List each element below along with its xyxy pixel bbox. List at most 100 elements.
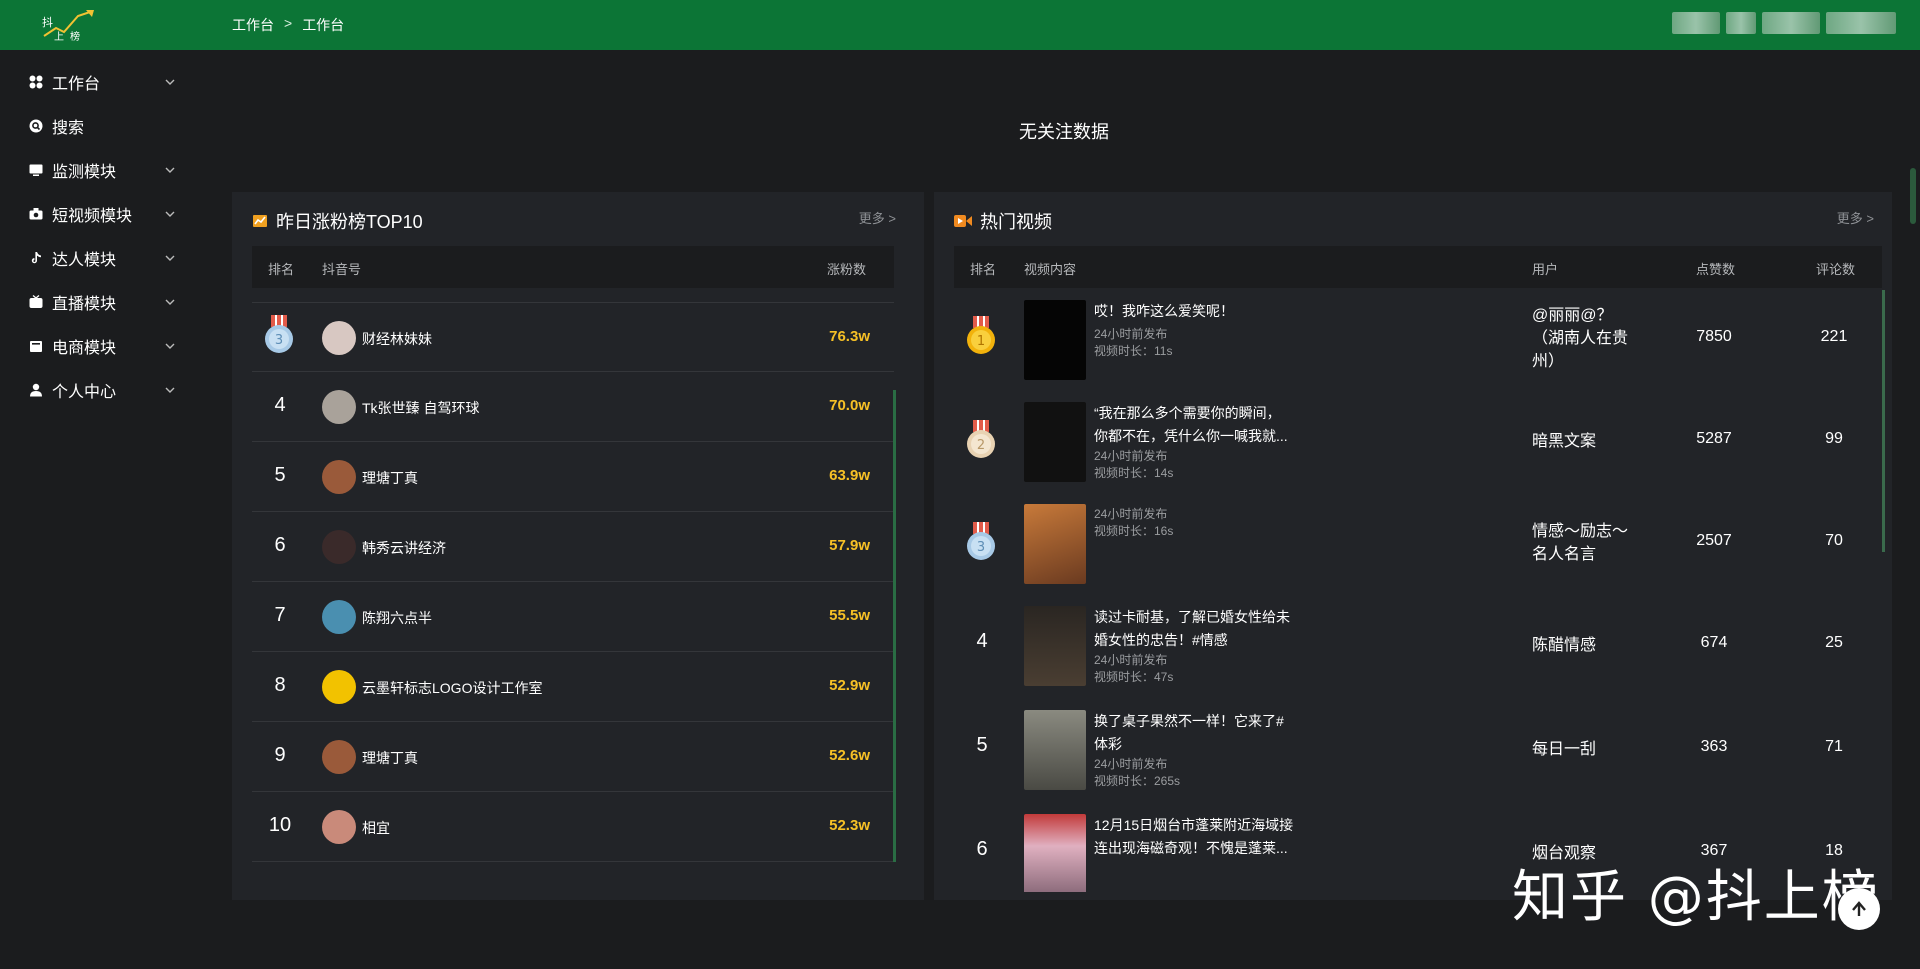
video-title[interactable]: 读过卡耐基，了解已婚女性给未 婚女性的忠告！#情感 (1094, 606, 1304, 652)
fans-panel-title: 昨日涨粉榜TOP10 (276, 212, 423, 232)
rank-number: 10 (268, 814, 292, 836)
shop-icon (28, 338, 44, 354)
avatar (322, 321, 356, 355)
video-thumbnail[interactable] (1024, 710, 1086, 790)
svg-text:抖: 抖 (42, 15, 53, 29)
video-user[interactable]: 暗黑文案 (1532, 430, 1642, 453)
header-user: 用户 (1532, 262, 1559, 277)
rank-number: 9 (274, 744, 286, 766)
video-panel-title: 热门视频 (980, 212, 1052, 232)
bronze-medal-icon: 3 (967, 522, 995, 560)
video-thumbnail[interactable] (1024, 606, 1086, 686)
chevron-down-icon (165, 387, 175, 393)
avatar (322, 600, 356, 634)
video-user[interactable]: 陈醋情感 (1532, 634, 1642, 657)
silver-medal-icon: 2 (967, 420, 995, 458)
fans-top10-panel: 昨日涨粉榜TOP10 更多 > 排名 抖音号 涨粉数 3 财经林妹妹 76.3w… (232, 192, 924, 900)
video-publish-time: 24小时前发布 (1094, 653, 1168, 667)
top-header: 抖 上 榜 工作台 > 工作台 (0, 0, 1920, 50)
sidebar-item-ecommerce[interactable]: 电商模块 (28, 332, 178, 360)
sidebar: 工作台 搜索 监测模块 短视频模块 达人模块 直播模块 电商模块 个人中心 (0, 50, 190, 969)
tv-icon (28, 294, 44, 310)
table-row[interactable]: 3 24小时前发布 视频时长：16s 情感～励志～ 名人名言 2507 70 (954, 492, 1882, 596)
table-row[interactable]: 7 陈翔六点半 55.5w (252, 582, 894, 652)
fans-gain: 63.9w (829, 467, 870, 484)
table-row[interactable]: 2 “我在那么多个需要你的瞬间， 你都不在，凭什么你一喊我就... 24小时前发布… (954, 390, 1882, 494)
table-row[interactable]: 4 读过卡耐基，了解已婚女性给未 婚女性的忠告！#情感 24小时前发布 视频时长：… (954, 594, 1882, 698)
table-row[interactable]: 5 理塘丁真 63.9w (252, 442, 894, 512)
chevron-down-icon (165, 343, 175, 349)
svg-text:3: 3 (977, 540, 985, 555)
fans-table-scrollbar[interactable] (893, 390, 896, 862)
fans-gain: 52.9w (829, 677, 870, 694)
avatar (322, 740, 356, 774)
table-row[interactable]: 4 Tk张世臻 自驾环球 70.0w (252, 372, 894, 442)
bronze-medal-icon: 3 (265, 315, 293, 353)
sidebar-item-monitor[interactable]: 监测模块 (28, 156, 178, 184)
rank-number: 5 (976, 734, 988, 756)
sidebar-item-short-video[interactable]: 短视频模块 (28, 200, 178, 228)
sidebar-item-label: 搜索 (52, 120, 85, 137)
video-thumbnail[interactable] (1024, 402, 1086, 482)
fans-gain: 57.9w (829, 537, 870, 554)
video-title[interactable]: “我在那么多个需要你的瞬间， 你都不在，凭什么你一喊我就... (1094, 402, 1304, 448)
sidebar-item-profile[interactable]: 个人中心 (28, 376, 178, 404)
header-rank: 排名 (970, 262, 997, 277)
video-thumbnail[interactable] (1024, 504, 1086, 584)
camera-icon (28, 206, 44, 222)
fans-more-link[interactable]: 更多 > (859, 208, 896, 227)
account-name[interactable]: 理塘丁真 (362, 468, 418, 488)
video-thumbnail[interactable] (1024, 814, 1086, 892)
gold-medal-icon: 1 (967, 316, 995, 354)
breadcrumb-item-root[interactable]: 工作台 (232, 15, 274, 35)
account-name[interactable]: 韩秀云讲经济 (362, 538, 446, 558)
video-thumbnail[interactable] (1024, 300, 1086, 380)
video-publish-time: 24小时前发布 (1094, 449, 1168, 463)
table-row[interactable]: 9 理塘丁真 52.6w (252, 722, 894, 792)
account-name[interactable]: 理塘丁真 (362, 748, 418, 768)
app-logo[interactable]: 抖 上 榜 (40, 8, 96, 43)
video-table-header: 排名 视频内容 用户 点赞数 评论数 (954, 246, 1882, 288)
video-user[interactable]: @丽丽@？ （湖南人在贵 州） (1532, 304, 1642, 373)
comments-count: 221 (1820, 328, 1848, 345)
video-title[interactable]: 12月15日烟台市蓬莱附近海域接 连出现海磁奇观！不愧是蓬莱... (1094, 814, 1304, 860)
video-user[interactable]: 情感～励志～ 名人名言 (1532, 520, 1642, 566)
header-content: 视频内容 (1024, 262, 1077, 277)
sidebar-item-search[interactable]: 搜索 (28, 112, 178, 140)
dashboard-icon (28, 74, 44, 90)
videos-more-link[interactable]: 更多 > (1837, 208, 1874, 227)
video-title[interactable]: 换了桌子果然不一样！它来了# 体彩 (1094, 710, 1304, 756)
account-name[interactable]: 相宜 (362, 818, 390, 838)
comments-count: 70 (1825, 532, 1843, 549)
page-scrollbar[interactable] (1910, 168, 1916, 224)
table-row[interactable]: 6 韩秀云讲经济 57.9w (252, 512, 894, 582)
chevron-down-icon (165, 167, 175, 173)
table-row[interactable]: 10 相宜 52.3w (252, 792, 894, 862)
sidebar-item-label: 直播模块 (52, 296, 117, 313)
account-name[interactable]: 云墨轩标志LOGO设计工作室 (362, 678, 542, 698)
video-user[interactable]: 每日一刮 (1532, 738, 1642, 761)
video-title[interactable]: 哎！我咋这么爱笑呢！ (1094, 300, 1304, 323)
video-duration: 视频时长：16s (1094, 524, 1174, 538)
user-info-blurred[interactable] (1672, 12, 1896, 34)
table-row[interactable]: 5 换了桌子果然不一样！它来了# 体彩 24小时前发布 视频时长：265s 每日一… (954, 698, 1882, 802)
back-to-top-button[interactable] (1838, 888, 1880, 930)
table-row[interactable]: 8 云墨轩标志LOGO设计工作室 52.9w (252, 652, 894, 722)
rank-number: 5 (274, 464, 286, 486)
avatar (322, 810, 356, 844)
likes-count: 2507 (1696, 532, 1732, 549)
sidebar-item-label: 工作台 (52, 76, 101, 93)
sidebar-item-influencer[interactable]: 达人模块 (28, 244, 178, 272)
rank-number: 6 (976, 838, 988, 860)
account-name[interactable]: 陈翔六点半 (362, 608, 432, 628)
sidebar-item-live[interactable]: 直播模块 (28, 288, 178, 316)
watermark-text: 知乎 @抖上榜 (1512, 865, 1880, 930)
videos-table-scrollbar[interactable] (1882, 290, 1885, 552)
video-duration: 视频时长：47s (1094, 670, 1174, 684)
svg-text:3: 3 (275, 333, 283, 348)
table-row[interactable]: 1 哎！我咋这么爱笑呢！ 24小时前发布 视频时长：11s @丽丽@？ （湖南人在… (954, 288, 1882, 392)
table-row[interactable]: 3 财经林妹妹 76.3w (252, 302, 894, 372)
account-name[interactable]: Tk张世臻 自驾环球 (362, 398, 479, 418)
sidebar-item-workbench[interactable]: 工作台 (28, 68, 178, 96)
account-name[interactable]: 财经林妹妹 (362, 329, 432, 349)
